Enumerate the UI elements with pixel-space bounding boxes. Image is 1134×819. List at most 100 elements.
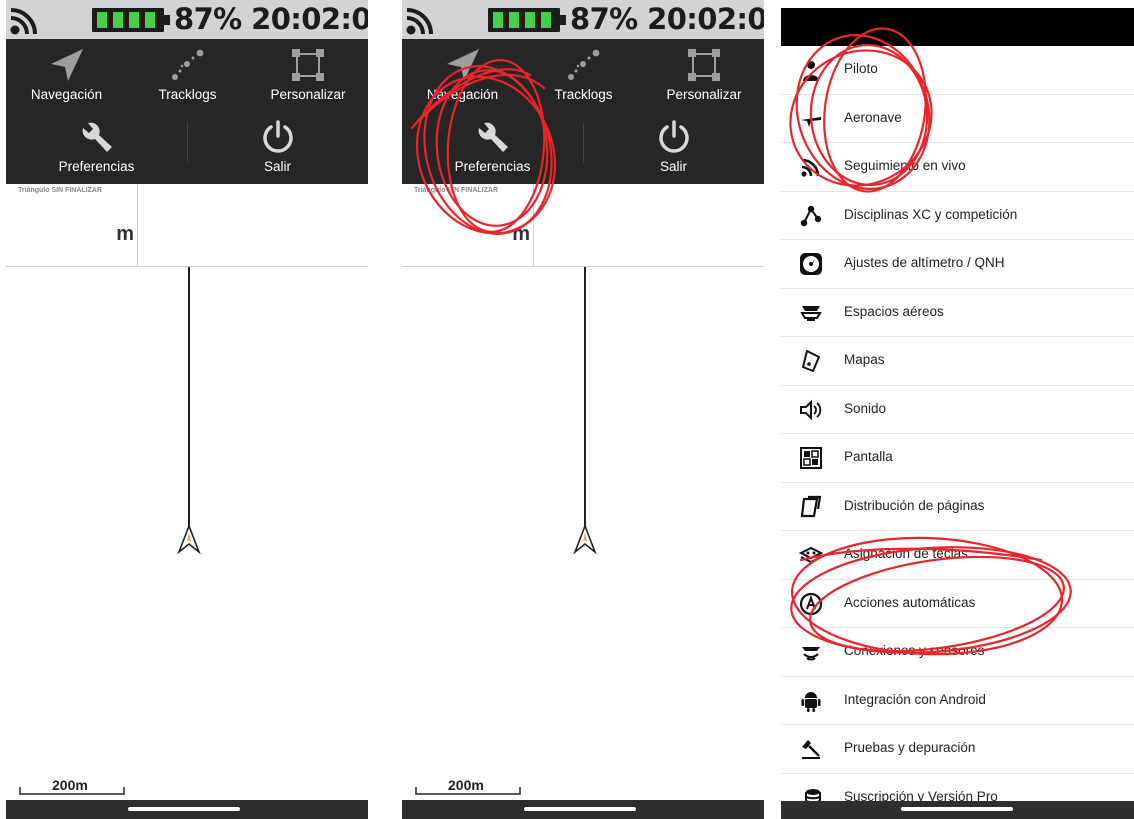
menu-tracklogs-button[interactable]: Tracklogs (523, 47, 644, 102)
system-nav-bar (402, 800, 764, 819)
menu-tracklogs-button[interactable]: Tracklogs (127, 47, 248, 102)
settings-item-label: Asignación de teclas (844, 546, 968, 561)
screen-main-menu-annotated: 87% 20:02:08 Navegación Tracklogs Person… (402, 0, 764, 819)
settings-item[interactable]: Disciplinas XC y competición (781, 192, 1134, 240)
position-arrow-icon (573, 524, 597, 554)
sensor-icon (802, 647, 820, 661)
settings-item-label: Pantalla (844, 449, 893, 464)
speaker-icon (800, 399, 822, 420)
live-signal-icon (801, 158, 820, 177)
home-handle[interactable] (901, 807, 1013, 811)
menu-preferencias-label: Preferencias (58, 159, 135, 174)
settings-item-label: Pruebas y depuración (844, 740, 976, 755)
settings-item-label: Seguimiento en vivo (844, 158, 966, 173)
track-line (188, 267, 190, 529)
menu-salir-button[interactable]: Salir (187, 119, 368, 174)
scale-bar (19, 787, 125, 795)
menu-personalizar-label: Personalizar (666, 87, 742, 102)
settings-item[interactable]: Conexiones y sensores (781, 628, 1134, 677)
battery-percent: 87% (174, 2, 242, 36)
settings-top-bar (781, 8, 1134, 46)
settings-item-label: Sonido (844, 400, 887, 416)
menu-preferencias-button[interactable]: Preferencias (6, 119, 187, 174)
clock: 20:02:08 (647, 2, 764, 36)
field-caption: Triángulo SIN FINALIZAR (18, 187, 102, 194)
menu-personalizar-label: Personalizar (270, 87, 346, 102)
map-divider (6, 266, 368, 267)
settings-item[interactable]: Mapas (781, 337, 1134, 386)
customize-frame-icon (688, 49, 720, 81)
settings-item[interactable]: Espacios aéreos (781, 289, 1134, 337)
menu-navegacion-label: Navegación (426, 87, 499, 102)
menu-preferencias-label: Preferencias (454, 159, 531, 174)
settings-item[interactable]: Asignación de teclas (781, 531, 1134, 580)
status-text: 87% 20:02:08 (570, 2, 764, 36)
settings-item[interactable]: Pruebas y depuración (781, 725, 1134, 774)
menu-navegacion-button[interactable]: Navegación (402, 47, 523, 102)
settings-item[interactable]: Seguimiento en vivo (781, 143, 1134, 192)
status-text: 87% 20:02:08 (174, 2, 368, 36)
map-tag-icon (802, 350, 820, 372)
status-bar: 87% 20:02:08 (6, 0, 368, 39)
customize-frame-icon (292, 49, 324, 81)
track-line (584, 267, 586, 529)
field-caption: Triángulo SIN FINALIZAR (414, 187, 498, 194)
position-arrow-icon (177, 524, 201, 554)
debug-icon (802, 740, 820, 759)
menu-preferencias-button[interactable]: Preferencias (402, 119, 583, 174)
settings-item-label: Mapas (844, 352, 885, 367)
settings-item[interactable]: Piloto (781, 46, 1134, 95)
battery-icon (488, 8, 566, 32)
settings-item[interactable]: Acciones automáticas (781, 580, 1134, 628)
settings-item-label: Acciones automáticas (844, 594, 976, 610)
battery-percent: 87% (570, 2, 638, 36)
settings-item[interactable]: Ajustes de altímetro / QNH (781, 240, 1134, 289)
settings-list: Piloto Aeronave Seguimiento en vivo Discipl… (781, 46, 1134, 819)
clock: 20:02:08 (251, 2, 368, 36)
settings-item-label: Aeronave (844, 109, 902, 125)
menu-tracklogs-label: Tracklogs (554, 87, 613, 102)
airspace-icon (800, 305, 822, 321)
glider-icon (801, 116, 821, 127)
main-menu: Navegación Tracklogs Personalizar Prefer… (6, 39, 368, 184)
menu-personalizar-button[interactable]: Personalizar (644, 47, 764, 102)
settings-item[interactable]: Aeronave (781, 95, 1134, 143)
settings-item-label: Distribución de páginas (844, 497, 985, 513)
status-bar: 87% 20:02:08 (402, 0, 764, 39)
settings-item-label: Integración con Android (844, 691, 986, 707)
map-divider (402, 266, 764, 267)
power-icon (658, 120, 689, 153)
tracklog-icon (171, 49, 203, 80)
data-field[interactable]: Triángulo SIN FINALIZAR m (402, 184, 534, 267)
menu-personalizar-button[interactable]: Personalizar (248, 47, 368, 102)
field-unit: m (116, 223, 134, 245)
settings-item[interactable]: Pantalla (781, 434, 1134, 483)
navigation-arrow-icon (446, 49, 479, 81)
keys-icon (799, 546, 823, 564)
menu-salir-button[interactable]: Salir (583, 119, 764, 174)
android-icon (801, 691, 821, 712)
screen-grid-icon (800, 447, 822, 469)
settings-item-label: Ajustes de altímetro / QNH (844, 255, 1005, 270)
signal-icon (10, 8, 37, 35)
menu-navegacion-label: Navegación (30, 87, 103, 102)
pages-icon (800, 495, 822, 517)
menu-salir-label: Salir (263, 159, 291, 174)
wrench-icon (478, 122, 508, 152)
menu-tracklogs-label: Tracklogs (158, 87, 217, 102)
signal-icon (406, 8, 433, 35)
home-handle[interactable] (128, 807, 240, 811)
system-nav-bar (6, 800, 368, 819)
power-icon (262, 120, 293, 153)
scale-bar (415, 787, 521, 795)
home-handle[interactable] (524, 807, 636, 811)
auto-actions-icon (799, 592, 823, 615)
menu-navegacion-button[interactable]: Navegación (6, 47, 127, 102)
settings-item[interactable]: Integración con Android (781, 677, 1134, 725)
tracklog-icon (567, 49, 599, 80)
settings-item[interactable]: Distribución de páginas (781, 483, 1134, 531)
main-menu: Navegación Tracklogs Personalizar Prefer… (402, 39, 764, 184)
settings-item[interactable]: Sonido (781, 386, 1134, 434)
system-nav-bar (781, 801, 1134, 819)
data-field[interactable]: Triángulo SIN FINALIZAR m (6, 184, 138, 267)
